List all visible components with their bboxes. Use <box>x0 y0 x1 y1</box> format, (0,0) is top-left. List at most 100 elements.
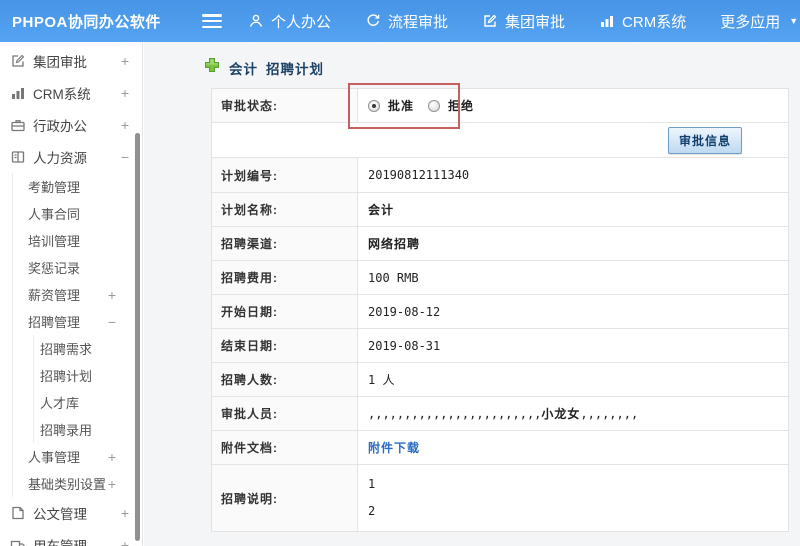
add-plus-icon[interactable] <box>204 57 220 78</box>
top-header: PHPOA协同办公软件 个人办公 流程审批 集团审批 CRM系统 更多应用 ▼ <box>0 0 800 42</box>
app-window: PHPOA协同办公软件 个人办公 流程审批 集团审批 CRM系统 更多应用 ▼ … <box>0 0 800 546</box>
hamburger-menu-icon[interactable] <box>202 14 222 28</box>
expand-icon[interactable]: + <box>121 53 129 69</box>
sidebar-item-recruit-mgmt[interactable]: 招聘管理 − <box>13 308 142 335</box>
hr-subtree: 考勤管理 人事合同 培训管理 奖惩记录 薪资管理 + 招聘管理 − 招聘需求 招… <box>12 173 142 497</box>
recruit-cost-value: 100 RMB <box>368 270 419 285</box>
main-content: 会计 招聘计划 审批状态: 批准 拒绝 审批信息 计划编号: 201908121… <box>144 42 800 546</box>
sidebar-item-recruit-hire[interactable]: 招聘录用 <box>34 416 142 443</box>
row-headcount: 招聘人数: 1 人 <box>212 363 788 397</box>
sidebar-item-hr[interactable]: 人力资源 − <box>0 141 142 173</box>
sidebar-item-admin-office[interactable]: 行政办公 + <box>0 109 142 141</box>
recruit-channel-value: 网络招聘 <box>368 237 421 251</box>
radio-approve[interactable]: 批准 <box>368 97 414 114</box>
plan-name-value: 会计 <box>368 203 395 217</box>
sidebar-scrollbar[interactable] <box>135 133 140 541</box>
bar-chart-icon <box>10 85 27 101</box>
expand-icon[interactable]: + <box>121 85 129 101</box>
sidebar-label: 人力资源 <box>33 151 87 166</box>
nav-label: CRM系统 <box>622 13 687 31</box>
row-approval-status: 审批状态: 批准 拒绝 <box>212 89 788 123</box>
nav-label: 个人办公 <box>271 13 332 31</box>
start-date-value: 2019-08-12 <box>368 304 441 319</box>
end-date-value: 2019-08-31 <box>368 338 441 353</box>
sidebar-item-vehicle-mgmt[interactable]: 用车管理 + <box>0 529 142 546</box>
radio-reject[interactable]: 拒绝 <box>428 97 474 114</box>
sidebar-label: 集团审批 <box>33 55 87 70</box>
row-start-date: 开始日期: 2019-08-12 <box>212 295 788 329</box>
person-icon <box>248 13 264 29</box>
recruit-subtree: 招聘需求 招聘计划 人才库 招聘录用 <box>33 335 142 443</box>
row-approval-button: 审批信息 <box>212 123 788 158</box>
title-page: 招聘计划 <box>266 61 324 77</box>
collapse-icon[interactable]: − <box>108 314 116 330</box>
caret-down-icon: ▼ <box>789 16 799 26</box>
headcount-value: 1 人 <box>368 373 395 387</box>
sidebar-item-crm[interactable]: CRM系统 + <box>0 77 142 109</box>
nav-more-apps[interactable]: 更多应用 ▼ <box>720 11 798 32</box>
expand-icon[interactable]: + <box>108 476 116 492</box>
sidebar-nav: 集团审批 + CRM系统 + 行政办公 + 人力资源 − 考勤管理 人事合同 培… <box>0 42 143 546</box>
nav-crm[interactable]: CRM系统 <box>599 11 686 32</box>
radio-selected-icon[interactable] <box>368 99 380 112</box>
page-title: 会计 招聘计划 <box>204 57 800 78</box>
sidebar-item-base-category[interactable]: 基础类别设置 + <box>13 470 142 497</box>
collapse-icon[interactable]: − <box>121 149 129 165</box>
nav-label: 集团审批 <box>505 13 566 31</box>
document-icon <box>10 505 27 521</box>
sidebar-label: CRM系统 <box>33 87 91 102</box>
sidebar-label: 行政办公 <box>33 119 87 134</box>
sidebar-item-doc-mgmt[interactable]: 公文管理 + <box>0 497 142 529</box>
sidebar-item-training[interactable]: 培训管理 <box>13 227 142 254</box>
briefcase-icon <box>10 117 27 133</box>
approval-status-radios: 批准 拒绝 <box>368 97 474 114</box>
nav-group-approval[interactable]: 集团审批 <box>482 11 565 32</box>
expand-icon[interactable]: + <box>108 449 116 465</box>
expand-icon[interactable]: + <box>121 117 129 133</box>
approval-info-button[interactable]: 审批信息 <box>667 126 742 154</box>
sidebar-item-reward-punish[interactable]: 奖惩记录 <box>13 254 142 281</box>
approval-form-table: 审批状态: 批准 拒绝 审批信息 计划编号: 20190812111340 计划… <box>211 88 789 532</box>
expand-icon[interactable]: + <box>108 287 116 303</box>
plan-number-value: 20190812111340 <box>368 168 470 182</box>
edit-icon <box>10 53 27 69</box>
sidebar-item-salary[interactable]: 薪资管理 + <box>13 281 142 308</box>
sidebar-item-recruit-plan[interactable]: 招聘计划 <box>34 362 142 389</box>
expand-icon[interactable]: + <box>121 537 129 546</box>
nav-workflow-approval[interactable]: 流程审批 <box>365 11 448 32</box>
nav-personal-office[interactable]: 个人办公 <box>248 11 331 32</box>
row-recruit-description: 招聘说明: 1 2 <box>212 465 788 531</box>
row-recruit-channel: 招聘渠道: 网络招聘 <box>212 227 788 261</box>
app-logo: PHPOA协同办公软件 <box>12 13 161 31</box>
sidebar-item-talent-pool[interactable]: 人才库 <box>34 389 142 416</box>
description-line-2: 2 <box>368 504 376 518</box>
row-plan-number: 计划编号: 20190812111340 <box>212 158 788 193</box>
row-plan-name: 计划名称: 会计 <box>212 193 788 227</box>
top-nav: 个人办公 流程审批 集团审批 CRM系统 更多应用 ▼ <box>248 11 798 32</box>
sidebar-item-personnel-mgmt[interactable]: 人事管理 + <box>13 443 142 470</box>
title-group: 会计 <box>229 61 258 77</box>
description-line-1: 1 <box>368 477 376 491</box>
approver-name: 小龙女 <box>541 407 581 421</box>
sidebar-item-group-approval[interactable]: 集团审批 + <box>0 45 142 77</box>
row-attachment: 附件文档: 附件下载 <box>212 431 788 465</box>
row-end-date: 结束日期: 2019-08-31 <box>212 329 788 363</box>
sidebar-label: 公文管理 <box>33 507 87 522</box>
approvers-suffix: ,,,,,,,, <box>580 406 639 421</box>
sidebar-item-attendance[interactable]: 考勤管理 <box>13 173 142 200</box>
book-icon <box>10 149 27 165</box>
bar-chart-icon <box>599 13 615 29</box>
attachment-download-link[interactable]: 附件下载 <box>368 439 420 456</box>
row-approvers: 审批人员: ,,,,,,,,,,,,,,,,,,,,,,,, 小龙女 ,,,,,… <box>212 397 788 431</box>
row-recruit-cost: 招聘费用: 100 RMB <box>212 261 788 295</box>
sidebar-item-recruit-demand[interactable]: 招聘需求 <box>34 335 142 362</box>
sidebar-label: 用车管理 <box>33 535 87 546</box>
truck-icon <box>10 537 27 546</box>
sidebar-item-hr-contract[interactable]: 人事合同 <box>13 200 142 227</box>
radio-unselected-icon[interactable] <box>428 99 441 112</box>
approvers-prefix: ,,,,,,,,,,,,,,,,,,,,,,,, <box>368 406 542 421</box>
nav-label: 流程审批 <box>388 13 449 31</box>
edit-icon <box>482 13 498 29</box>
expand-icon[interactable]: + <box>121 505 129 521</box>
history-icon <box>365 13 381 29</box>
